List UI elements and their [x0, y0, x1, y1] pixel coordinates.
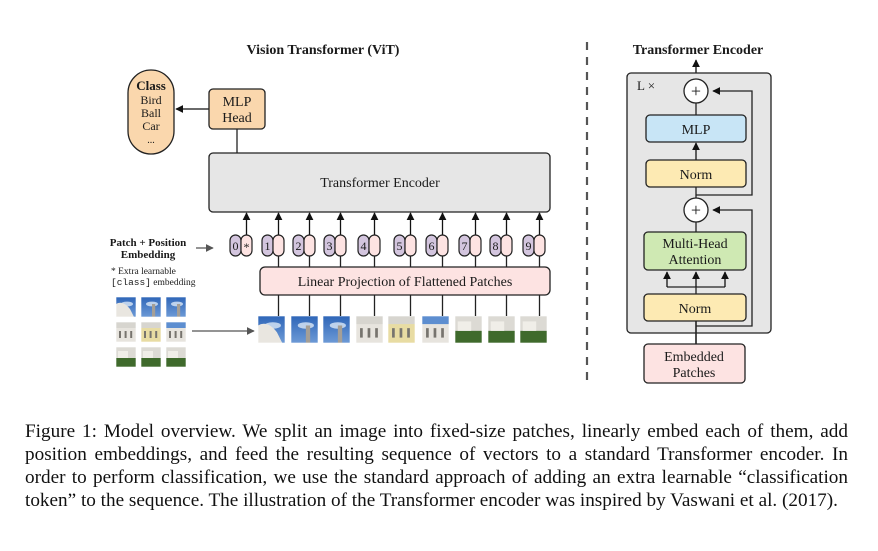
image-patch	[165, 296, 187, 318]
extra-note-rest: embedding	[151, 278, 196, 288]
image-patch	[140, 321, 162, 343]
position-index: 7	[462, 239, 468, 253]
image-patch	[115, 346, 137, 368]
class-item-bird: Bird	[140, 93, 161, 107]
image-patch	[257, 315, 286, 344]
position-index: 9	[526, 239, 532, 253]
class-item-more: ...	[147, 135, 155, 146]
flattened-patch-sequence	[257, 295, 548, 344]
add-symbol-bottom: +	[691, 200, 701, 220]
vit-diagram: Vision Transformer (ViT) Class Bird Ball…	[110, 42, 772, 384]
position-index: 2	[296, 239, 302, 253]
mha-line1: Multi-Head	[662, 237, 727, 252]
image-patch	[454, 315, 483, 344]
patch-embedding-pill	[436, 234, 449, 257]
embedded-patches-line2: Patches	[673, 366, 716, 381]
image-patch	[387, 315, 416, 344]
vit-title: Vision Transformer (ViT)	[247, 43, 400, 58]
image-patch	[115, 296, 137, 318]
position-index: 5	[397, 239, 403, 253]
image-patch	[165, 346, 187, 368]
position-index: 8	[493, 239, 499, 253]
norm-top-label: Norm	[680, 168, 713, 183]
image-patch	[421, 315, 450, 344]
image-patch	[140, 296, 162, 318]
transformer-encoder-label: Transformer Encoder	[320, 176, 440, 191]
mlp-label: MLP	[682, 123, 711, 138]
norm-bottom-label: Norm	[679, 302, 712, 317]
encoder-title: Transformer Encoder	[633, 43, 764, 58]
image-patch	[355, 315, 384, 344]
patch-embedding-pill	[368, 234, 381, 257]
repeat-label: L ×	[637, 78, 655, 93]
image-patch	[519, 315, 548, 344]
class-token-mono: [class]	[111, 277, 151, 288]
patch-embedding-pill	[500, 234, 513, 257]
patch-embedding-pill	[334, 234, 347, 257]
mha-line2: Attention	[669, 253, 722, 268]
position-index: 6	[429, 239, 435, 253]
position-index: 1	[265, 239, 271, 253]
embedded-patches-line1: Embedded	[664, 350, 724, 365]
image-patch	[140, 346, 162, 368]
add-symbol-top: +	[691, 81, 701, 101]
image-patch	[322, 315, 351, 344]
linear-projection-label: Linear Projection of Flattened Patches	[298, 275, 513, 290]
embedding-label-line1: Patch + Position	[110, 237, 187, 249]
image-patch-grid	[115, 296, 187, 368]
patch-embedding-pill	[404, 234, 417, 257]
patch-embedding-pill	[272, 234, 285, 257]
image-patch	[487, 315, 516, 344]
mlp-head-line1: MLP	[223, 95, 252, 110]
figure-caption: Figure 1: Model overview. We split an im…	[25, 421, 848, 511]
class-token-marker: *	[244, 240, 250, 254]
position-index: 4	[361, 239, 367, 253]
extra-note-line2: [class] embedding	[111, 277, 196, 288]
image-patch	[165, 321, 187, 343]
position-index: 0	[233, 239, 239, 253]
patch-embedding-pill	[469, 234, 482, 257]
image-patch	[115, 321, 137, 343]
class-item-car: Car	[142, 119, 159, 133]
image-patch	[290, 315, 319, 344]
class-heading: Class	[136, 78, 166, 93]
token-sequence: 0 * 1 2 3 4 5 6 7 8 9	[229, 212, 546, 267]
class-item-ball: Ball	[141, 106, 162, 120]
embedding-label-line2: Embedding	[121, 249, 176, 261]
mlp-head-line2: Head	[222, 111, 252, 126]
patch-embedding-pill	[533, 234, 546, 257]
position-index: 3	[327, 239, 333, 253]
extra-note-line1: * Extra learnable	[111, 267, 176, 277]
patch-embedding-pill	[303, 234, 316, 257]
